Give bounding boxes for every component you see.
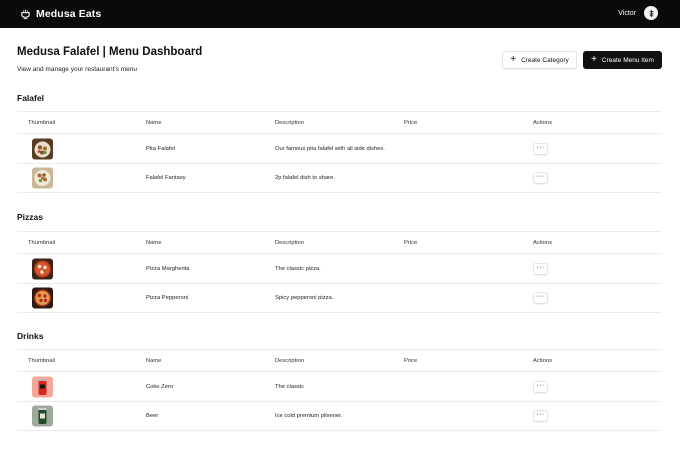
category-title: Falafel	[17, 93, 44, 103]
brand-name: Medusa Eats	[36, 8, 102, 20]
column-header-description: Description	[275, 119, 304, 126]
page-subtitle: View and manage your restaurant's menu	[17, 66, 137, 73]
menu-table: Thumbnail Name Description Price Actions…	[17, 111, 662, 193]
item-name: Pizza Margherita	[146, 265, 190, 272]
food-thumbnail	[32, 287, 53, 309]
item-description: The classic	[275, 383, 304, 390]
food-thumbnail	[32, 167, 53, 189]
item-name: Beer	[146, 413, 159, 419]
create-menu-item-label: Create Menu Item	[601, 56, 654, 64]
row-actions-button[interactable]: ···	[533, 262, 548, 275]
column-header-thumbnail: Thumbnail	[28, 119, 56, 126]
table-row[interactable]: Pizza Margherita The classic pizza. ···	[17, 253, 662, 283]
table-header-row: Thumbnail Name Description Price Actions	[17, 231, 662, 253]
item-name: Pizza Pepperoni	[146, 295, 189, 301]
category-title: Drinks	[17, 331, 44, 341]
column-header-thumbnail: Thumbnail	[28, 357, 56, 364]
column-header-price: Price	[404, 239, 418, 246]
column-header-description: Description	[275, 357, 304, 364]
column-header-actions: Actions	[533, 357, 553, 364]
column-header-actions: Actions	[533, 239, 553, 246]
table-row[interactable]: Coke Zero The classic ···	[17, 371, 662, 401]
more-icon: ···	[536, 143, 545, 151]
item-name: Coke Zero	[146, 383, 174, 390]
column-header-price: Price	[404, 119, 418, 126]
brand-link[interactable]: Medusa Eats	[20, 7, 101, 21]
item-description: Spicy pepperoni pizza.	[275, 295, 334, 301]
menu-table: Thumbnail Name Description Price Actions…	[17, 231, 662, 313]
table-row[interactable]: Beer Ice cold premium pilsener. ···	[17, 401, 662, 431]
row-actions-button[interactable]: ···	[533, 380, 548, 393]
user-menu[interactable]: Victor	[618, 6, 658, 20]
page-title: Medusa Falafel | Menu Dashboard	[17, 46, 203, 58]
avatar-icon[interactable]	[644, 6, 658, 20]
create-category-button[interactable]: + Create Category	[502, 51, 577, 69]
item-name: Pita Falafel	[146, 145, 175, 152]
food-thumbnail	[32, 138, 53, 159]
fork-icon	[21, 9, 30, 19]
table-row[interactable]: Falafel Fantasy 2p falafel dish to share…	[17, 163, 662, 193]
table-header-row: Thumbnail Name Description Price Actions	[17, 349, 662, 371]
item-description: 2p falafel dish to share.	[275, 175, 335, 181]
column-header-name: Name	[146, 119, 162, 126]
row-actions-button[interactable]: ···	[533, 142, 548, 155]
user-name: Victor	[618, 9, 636, 17]
column-header-actions: Actions	[533, 119, 553, 126]
row-actions-button[interactable]: ···	[533, 410, 548, 422]
item-description: The classic pizza.	[275, 265, 321, 272]
top-navigation-bar: Medusa Eats Victor	[0, 0, 680, 28]
plus-icon: +	[510, 53, 517, 65]
row-actions-button[interactable]: ···	[533, 292, 548, 304]
food-thumbnail	[32, 258, 53, 279]
more-icon: ···	[536, 173, 545, 180]
menu-table: Thumbnail Name Description Price Actions…	[17, 349, 662, 431]
item-name: Falafel Fantasy	[146, 175, 186, 181]
table-header-row: Thumbnail Name Description Price Actions	[17, 111, 662, 133]
column-header-name: Name	[146, 239, 162, 246]
drink-thumbnail	[32, 405, 53, 427]
table-row[interactable]: Pizza Pepperoni Spicy pepperoni pizza. ·…	[17, 283, 662, 313]
create-menu-item-button[interactable]: + Create Menu Item	[583, 51, 662, 69]
table-row[interactable]: Pita Falafel Our famous pita falafel wit…	[17, 133, 662, 163]
more-icon: ···	[536, 381, 545, 389]
plus-icon: +	[591, 53, 597, 65]
column-header-description: Description	[275, 239, 304, 246]
item-description: Our famous pita falafel with all side di…	[275, 145, 385, 152]
column-header-thumbnail: Thumbnail	[28, 239, 56, 246]
create-category-label: Create Category	[521, 56, 569, 64]
item-description: Ice cold premium pilsener.	[275, 413, 343, 419]
category-title: Pizzas	[17, 212, 43, 222]
column-header-name: Name	[146, 357, 162, 364]
column-header-price: Price	[404, 357, 418, 364]
more-icon: ···	[536, 411, 545, 418]
more-icon: ···	[536, 293, 545, 300]
row-actions-button[interactable]: ···	[533, 172, 548, 184]
drink-thumbnail	[32, 376, 53, 397]
more-icon: ···	[536, 263, 545, 271]
